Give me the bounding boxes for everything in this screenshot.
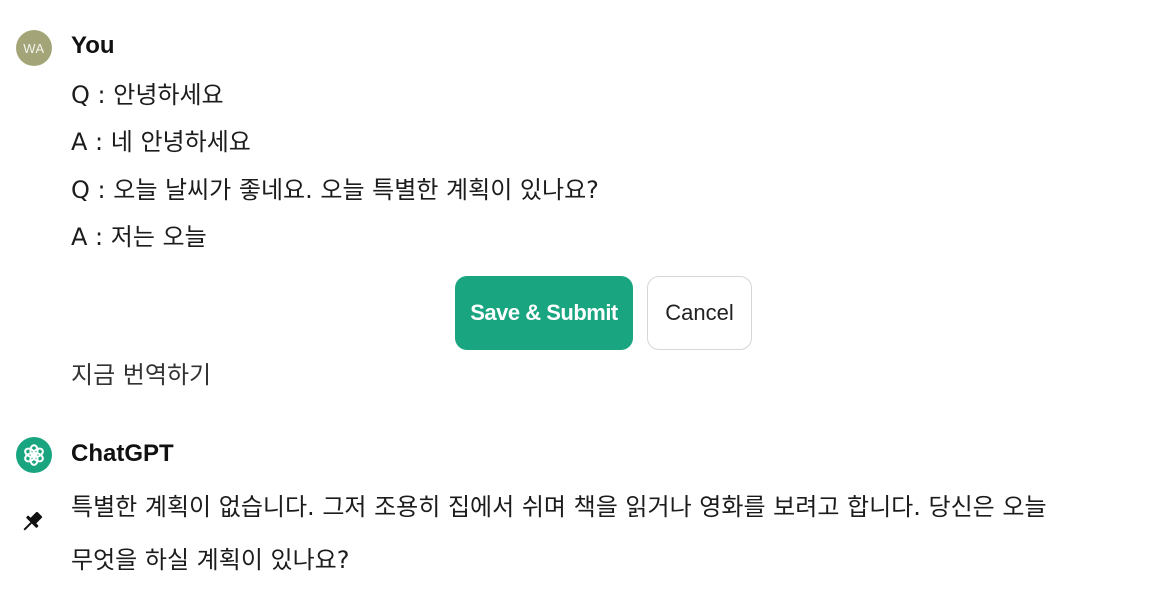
- pin-icon[interactable]: [18, 508, 46, 536]
- user-message-line: A : 네 안녕하세요: [71, 128, 251, 156]
- user-message-line: A : 저는 오늘: [71, 223, 207, 251]
- user-message-line: Q : 오늘 날씨가 좋네요. 오늘 특별한 계획이 있나요?: [71, 176, 599, 204]
- cancel-button[interactable]: Cancel: [647, 276, 752, 350]
- assistant-avatar: [16, 437, 52, 473]
- assistant-message-line: 무엇을 하실 계획이 있나요?: [71, 546, 350, 574]
- assistant-author-name: ChatGPT: [71, 440, 174, 467]
- translate-now-link[interactable]: 지금 번역하기: [71, 360, 211, 390]
- user-message-line: Q : 안녕하세요: [71, 81, 224, 109]
- assistant-message-line: 특별한 계획이 없습니다. 그저 조용히 집에서 쉬며 책을 읽거나 영화를 보…: [71, 493, 1047, 521]
- user-avatar-initials: WA: [23, 40, 45, 56]
- openai-logo-icon: [24, 444, 44, 466]
- save-and-submit-button[interactable]: Save & Submit: [455, 276, 633, 350]
- user-avatar: WA: [16, 30, 52, 66]
- user-author-name: You: [71, 32, 115, 59]
